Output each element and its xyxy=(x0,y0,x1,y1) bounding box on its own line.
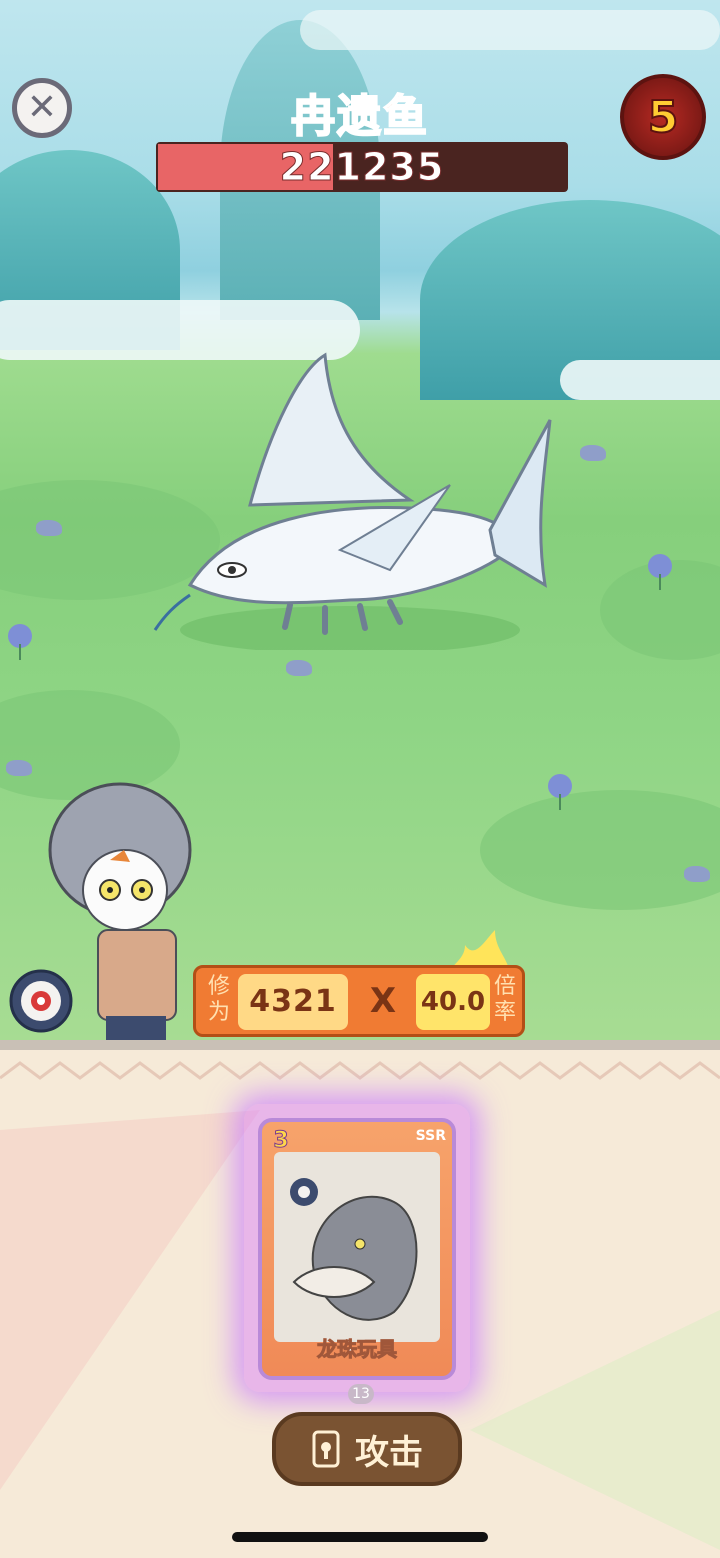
multiply-sign: X xyxy=(369,981,397,1021)
rock xyxy=(286,660,312,676)
multiplier-label: 倍率 xyxy=(493,974,516,1025)
rock xyxy=(580,445,606,461)
rock xyxy=(6,760,32,776)
boss-hp-bar: 221235 xyxy=(156,142,568,192)
cloud xyxy=(560,360,720,400)
dog-portrait xyxy=(290,1178,418,1321)
disc-icon[interactable] xyxy=(8,968,74,1034)
round-counter: 5 xyxy=(647,91,680,144)
panel-divider xyxy=(0,1040,720,1050)
flower-icon xyxy=(8,624,32,660)
cloud xyxy=(300,10,720,50)
attack-button[interactable]: 攻击 xyxy=(272,1412,462,1486)
flower-icon xyxy=(648,554,672,590)
card-name: 龙珠玩具 xyxy=(317,1337,398,1362)
rock xyxy=(684,866,710,882)
power-panel: 修为 4321 X 40.0 倍率 xyxy=(193,965,525,1037)
card-icon xyxy=(312,1430,340,1468)
card-count: 13 xyxy=(348,1384,374,1404)
fish-monster xyxy=(153,352,552,650)
card-art xyxy=(274,1152,440,1342)
card-rarity: SSR xyxy=(415,1128,446,1144)
skill-card[interactable]: 3 SSR 龙珠玩具 xyxy=(258,1118,456,1380)
boss-name: 冉遗鱼 xyxy=(290,90,429,143)
multiplier-value: 40.0 xyxy=(416,974,490,1030)
rock xyxy=(36,520,62,536)
home-indicator[interactable] xyxy=(232,1532,488,1542)
boss-hp-text: 221235 xyxy=(279,145,445,190)
flower-icon xyxy=(548,774,572,810)
cultivation-value: 4321 xyxy=(238,974,348,1030)
cultivation-label: 修为 xyxy=(207,974,230,1025)
grass-patch xyxy=(480,790,720,910)
attack-button-label: 攻击 xyxy=(355,1432,423,1473)
round-counter-badge: 5 xyxy=(620,74,706,160)
